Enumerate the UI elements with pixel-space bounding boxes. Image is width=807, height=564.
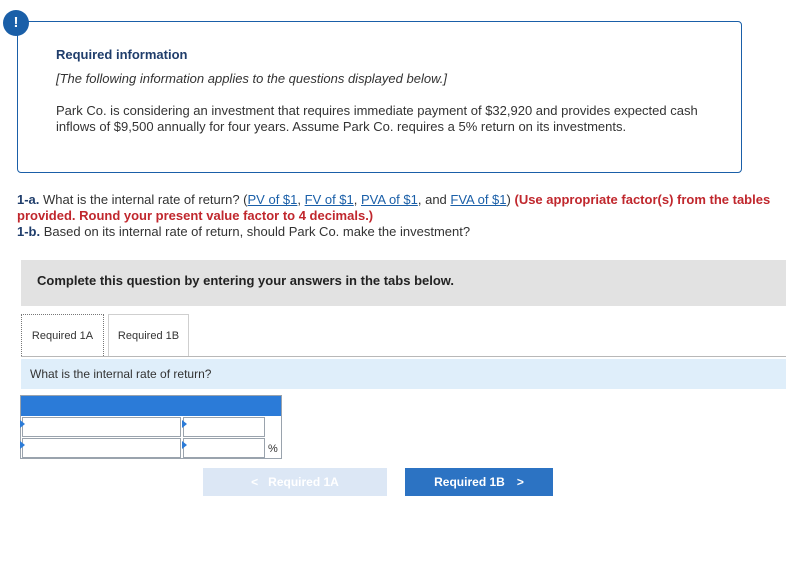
answer-row2-label-input[interactable] <box>22 438 181 458</box>
fv-table-link[interactable]: FV of $1 <box>305 192 354 207</box>
dropdown-marker-icon <box>182 441 187 449</box>
answer-row2-value-input[interactable] <box>183 438 265 458</box>
answer-row1-value-input[interactable] <box>183 417 265 437</box>
answer-row2-label-field[interactable] <box>23 439 180 457</box>
q1a-text: What is the internal rate of return? ( <box>39 192 248 207</box>
required-information-box: Required information [The following info… <box>17 21 742 173</box>
info-body: Park Co. is considering an investment th… <box>56 103 698 134</box>
pva-table-link[interactable]: PVA of $1 <box>361 192 418 207</box>
q1b-text: Based on its internal rate of return, sh… <box>40 224 471 239</box>
fva-table-link[interactable]: FVA of $1 <box>450 192 506 207</box>
separator: , <box>297 192 305 207</box>
question-prompt: What is the internal rate of return? <box>30 367 212 381</box>
pv-table-link[interactable]: PV of $1 <box>248 192 298 207</box>
q1b-label: 1-b. <box>17 224 41 239</box>
dropdown-marker-icon <box>182 420 187 428</box>
chevron-left-icon: < <box>251 475 259 489</box>
answer-table-header <box>21 396 281 416</box>
dropdown-marker-icon <box>20 420 25 428</box>
next-tab-label: Required 1B <box>434 475 505 489</box>
q1a-label: 1-a. <box>17 192 40 207</box>
info-note: [The following information applies to th… <box>56 71 447 86</box>
answer-table <box>20 395 282 459</box>
separator: , <box>353 192 361 207</box>
answer-row1-label-field[interactable] <box>23 418 180 436</box>
instruction-banner: Complete this question by entering your … <box>21 260 786 306</box>
percent-unit: % <box>268 443 278 455</box>
chevron-right-icon: > <box>516 475 524 489</box>
instruction-banner-text: Complete this question by entering your … <box>37 273 455 288</box>
answer-row1-label-input[interactable] <box>22 417 181 437</box>
tab-required-1b[interactable]: Required 1B <box>108 314 189 356</box>
tab-required-1a[interactable]: Required 1A <box>21 314 104 356</box>
prev-tab-button[interactable]: < Required 1A <box>203 468 387 496</box>
dropdown-marker-icon <box>20 441 25 449</box>
tab-divider <box>21 356 786 357</box>
question-prompt-bar: What is the internal rate of return? <box>21 359 786 389</box>
next-tab-button[interactable]: Required 1B > <box>405 468 553 496</box>
prev-tab-label: Required 1A <box>268 475 339 489</box>
info-title: Required information <box>56 47 188 62</box>
separator: , and <box>417 192 451 207</box>
answer-row2-value-field[interactable] <box>184 439 264 457</box>
answer-row1-value-field[interactable] <box>184 418 264 436</box>
question-text: 1-a. What is the internal rate of return… <box>17 192 777 240</box>
